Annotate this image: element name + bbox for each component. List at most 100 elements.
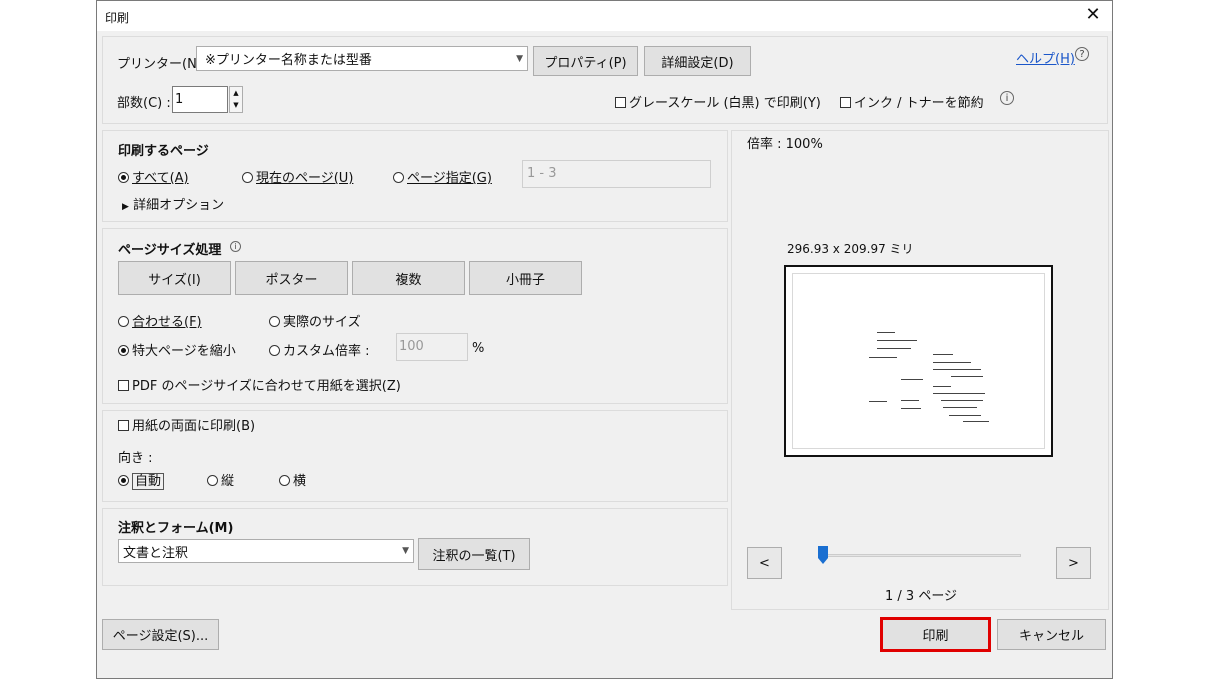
radio-actual-size[interactable]: 実際のサイズ: [269, 311, 361, 330]
radio-custom-scale-indicator[interactable]: [269, 345, 280, 356]
page-preview-content: [792, 273, 1045, 449]
radio-actual-size-label: 実際のサイズ: [283, 315, 361, 330]
doc-text-line: [877, 348, 911, 349]
percent-label: %: [472, 341, 485, 356]
radio-orientation-auto[interactable]: 自動: [118, 470, 165, 490]
poster-button[interactable]: ポスター: [235, 261, 348, 295]
doc-text-line: [943, 407, 977, 408]
radio-shrink-indicator[interactable]: [118, 345, 129, 356]
custom-scale-input[interactable]: 100: [396, 333, 468, 361]
radio-current-indicator[interactable]: [242, 172, 253, 183]
duplex-label: 用紙の両面に印刷(B): [132, 419, 256, 434]
save-ink-option[interactable]: インク / トナーを節約: [840, 92, 984, 111]
grayscale-option[interactable]: グレースケール (白黒) で印刷(Y): [615, 92, 821, 111]
next-page-button[interactable]: >: [1056, 547, 1091, 579]
prev-page-button[interactable]: <: [747, 547, 782, 579]
radio-fit[interactable]: 合わせる(F): [118, 311, 202, 330]
advanced-button-label: 詳細設定(D): [661, 55, 734, 71]
comments-summary-button-label: 注釈の一覧(T): [432, 548, 516, 564]
comments-summary-button[interactable]: 注釈の一覧(T): [418, 538, 530, 570]
booklet-button[interactable]: 小冊子: [469, 261, 582, 295]
doc-text-line: [901, 408, 921, 409]
choose-paper-option[interactable]: PDF のページサイズに合わせて用紙を選択(Z): [118, 375, 401, 394]
doc-text-line: [933, 369, 981, 370]
doc-text-line: [901, 379, 923, 380]
cancel-button[interactable]: キャンセル: [997, 619, 1106, 650]
grayscale-checkbox[interactable]: [615, 97, 626, 108]
stepper-up-icon[interactable]: ▲: [230, 87, 242, 99]
size-button[interactable]: サイズ(I): [118, 261, 231, 295]
booklet-button-label: 小冊子: [505, 272, 545, 288]
duplex-checkbox[interactable]: [118, 420, 129, 431]
radio-custom-scale[interactable]: カスタム倍率 :: [269, 340, 370, 359]
radio-range-label: ページ指定(G): [407, 171, 492, 186]
page-setup-button[interactable]: ページ設定(S)...: [102, 619, 219, 650]
doc-text-line: [933, 362, 971, 363]
page-indicator: 1 / 3 ページ: [885, 589, 958, 604]
title-bar: 印刷 ✕: [97, 1, 1112, 31]
doc-text-line: [901, 400, 919, 401]
stepper-down-icon[interactable]: ▼: [230, 99, 242, 111]
doc-text-line: [877, 332, 895, 333]
radio-orientation-portrait-label: 縦: [221, 474, 235, 489]
chevron-right-icon: >: [1068, 555, 1079, 571]
more-options-toggle[interactable]: ▶ 詳細オプション: [122, 194, 224, 213]
more-options-label: 詳細オプション: [133, 198, 225, 213]
radio-orientation-landscape-label: 横: [293, 474, 307, 489]
radio-fit-indicator[interactable]: [118, 316, 129, 327]
printer-select-value: ※プリンター名称または型番: [205, 53, 372, 68]
multiple-button-label: 複数: [395, 272, 422, 288]
doc-text-line: [941, 400, 983, 401]
page-sizing-heading: ページサイズ処理: [118, 243, 222, 258]
grayscale-label: グレースケール (白黒) で印刷(Y): [629, 96, 821, 111]
zoom-label: 倍率 : 100%: [747, 137, 823, 152]
doc-text-line: [951, 376, 983, 377]
print-button[interactable]: 印刷: [882, 619, 989, 650]
doc-text-line: [963, 421, 989, 422]
doc-text-line: [933, 354, 953, 355]
choose-paper-label: PDF のページサイズに合わせて用紙を選択(Z): [132, 379, 401, 394]
radio-actual-size-indicator[interactable]: [269, 316, 280, 327]
multiple-button[interactable]: 複数: [352, 261, 465, 295]
copies-input[interactable]: 1: [172, 86, 228, 113]
duplex-option[interactable]: 用紙の両面に印刷(B): [118, 415, 255, 434]
help-link[interactable]: ヘルプ(H): [1016, 48, 1075, 67]
comments-select[interactable]: 文書と注釈 ▼: [118, 539, 414, 563]
doc-text-line: [949, 415, 981, 416]
poster-button-label: ポスター: [265, 272, 318, 288]
choose-paper-checkbox[interactable]: [118, 380, 129, 391]
doc-text-line: [933, 386, 951, 387]
advanced-button[interactable]: 詳細設定(D): [644, 46, 751, 76]
copies-stepper[interactable]: ▲ ▼: [229, 86, 243, 113]
properties-button-label: プロパティ(P): [544, 55, 627, 71]
info-icon[interactable]: i: [1000, 91, 1014, 105]
radio-range-indicator[interactable]: [393, 172, 404, 183]
save-ink-checkbox[interactable]: [840, 97, 851, 108]
radio-range[interactable]: ページ指定(G): [393, 167, 492, 186]
properties-button[interactable]: プロパティ(P): [533, 46, 638, 76]
printer-select[interactable]: ※プリンター名称または型番 ▼: [196, 46, 528, 71]
close-icon[interactable]: ✕: [1082, 4, 1104, 26]
print-button-label: 印刷: [922, 629, 949, 644]
radio-current[interactable]: 現在のページ(U): [242, 167, 353, 186]
help-icon[interactable]: ?: [1075, 47, 1089, 61]
radio-shrink[interactable]: 特大ページを縮小: [118, 340, 236, 359]
radio-orientation-auto-indicator[interactable]: [118, 475, 129, 486]
radio-all-indicator[interactable]: [118, 172, 129, 183]
comments-select-value: 文書と注釈: [123, 545, 189, 561]
radio-orientation-portrait-indicator[interactable]: [207, 475, 218, 486]
doc-text-line: [933, 393, 985, 394]
orientation-label: 向き :: [118, 451, 153, 466]
page-range-input[interactable]: 1 - 3: [522, 160, 711, 188]
radio-custom-scale-label: カスタム倍率 :: [283, 344, 370, 359]
radio-orientation-portrait[interactable]: 縦: [207, 470, 234, 489]
radio-all[interactable]: すべて(A): [118, 167, 189, 186]
radio-orientation-landscape-indicator[interactable]: [279, 475, 290, 486]
page-slider-track[interactable]: [826, 554, 1021, 557]
cancel-button-label: キャンセル: [1018, 629, 1084, 644]
page-slider-thumb[interactable]: [818, 546, 828, 564]
radio-shrink-label: 特大ページを縮小: [132, 344, 236, 359]
radio-current-label: 現在のページ(U): [256, 171, 354, 186]
radio-orientation-landscape[interactable]: 横: [279, 470, 306, 489]
info-icon[interactable]: i: [230, 241, 241, 252]
